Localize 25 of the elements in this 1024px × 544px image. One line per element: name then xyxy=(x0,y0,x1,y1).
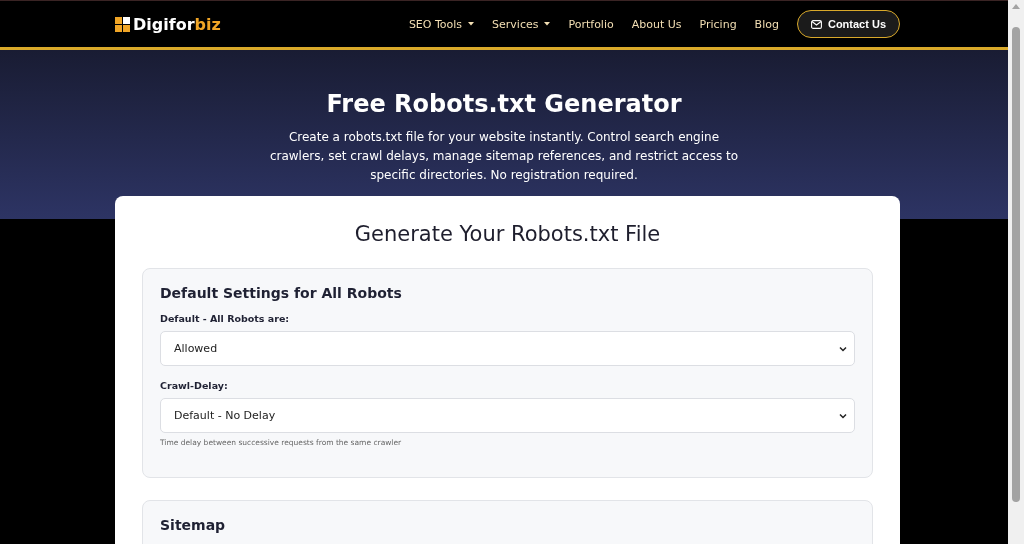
nav-link[interactable]: About Us xyxy=(631,17,682,31)
contact-button[interactable]: Contact Us xyxy=(796,10,900,38)
logo-icon xyxy=(115,16,130,32)
nav-link[interactable]: Pricing xyxy=(699,17,737,31)
caret-icon xyxy=(468,22,475,26)
section-title: Default Settings for All Robots xyxy=(160,285,403,301)
field-label: Default - All Robots are: xyxy=(160,313,291,324)
scrollbar[interactable] xyxy=(1008,0,1024,544)
nav-link[interactable]: Portfolio xyxy=(568,17,614,31)
caret-icon xyxy=(544,22,551,26)
chevron-down-icon xyxy=(839,345,847,352)
chevron-down-icon xyxy=(839,412,847,419)
select-dropdown[interactable]: Allowed xyxy=(160,331,855,366)
nav-link[interactable]: SEO Tools xyxy=(408,17,475,31)
card-title: Generate Your Robots.txt File xyxy=(353,222,662,246)
hero-description: Create a robots.txt file for your website instantly. Control search engine crawlers, set crawl delays, manage sitemap references, and restrict access to specific directories. No registration required. xyxy=(269,129,739,184)
select-dropdown[interactable]: Default - No Delay xyxy=(160,398,855,433)
logo-text[interactable]: Digiforbiz xyxy=(133,14,221,34)
section-title: Sitemap xyxy=(160,517,227,533)
scroll-up-icon[interactable] xyxy=(1012,4,1020,9)
hero-title: Free Robots.txt Generator xyxy=(326,90,682,118)
field-label: Crawl-Delay: xyxy=(160,380,229,391)
mail-icon xyxy=(810,19,822,29)
nav-link[interactable]: Blog xyxy=(754,17,779,31)
nav-link[interactable]: Services xyxy=(492,17,551,31)
